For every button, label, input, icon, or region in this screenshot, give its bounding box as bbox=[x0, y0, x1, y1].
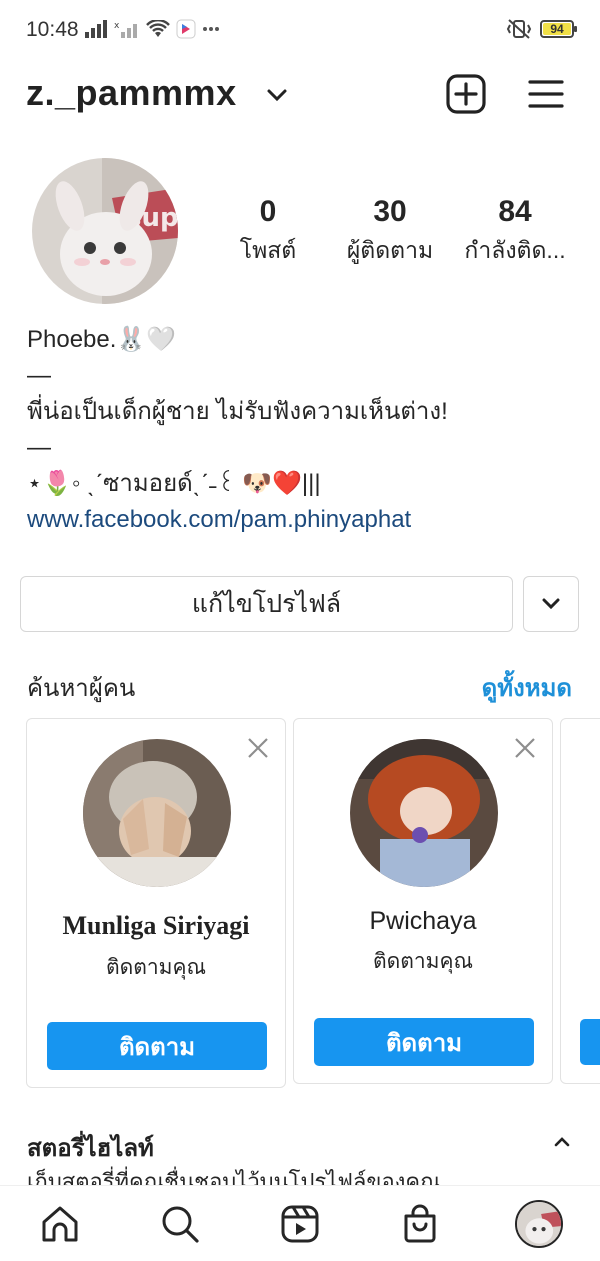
story-highlights-title[interactable]: สตอรี่ไฮไลท์ bbox=[27, 1128, 154, 1167]
edit-profile-button[interactable]: แก้ไขโปรไฟล์ bbox=[20, 576, 513, 632]
bottom-navigation bbox=[0, 1185, 600, 1261]
suggestion-card-partial bbox=[560, 718, 600, 1084]
stat-posts-count: 0 bbox=[259, 195, 277, 228]
avatar-image bbox=[517, 1202, 561, 1246]
battery-icon: 94 bbox=[540, 20, 577, 38]
wifi-icon bbox=[146, 20, 170, 37]
status-right-icons: 94 bbox=[506, 18, 577, 40]
battery-level: 94 bbox=[550, 22, 564, 36]
status-left-icons: x bbox=[84, 19, 220, 39]
bio-divider: — bbox=[27, 434, 51, 461]
signal-icon bbox=[85, 20, 107, 38]
see-all-link[interactable]: ดูทั้งหมด bbox=[482, 668, 572, 707]
suggestion-name: Munliga Siriyagi bbox=[62, 911, 250, 940]
shop-icon[interactable] bbox=[400, 1204, 440, 1244]
profile-avatar[interactable] bbox=[515, 1200, 563, 1248]
suggestion-card: Munliga Siriyagi ติดตามคุณ ติดตาม bbox=[26, 718, 286, 1088]
signal-x-icon: x bbox=[114, 21, 137, 38]
bio-link[interactable]: www.facebook.com/pam.phinyaphat bbox=[27, 502, 587, 538]
follow-button[interactable] bbox=[580, 1019, 600, 1065]
suggestion-avatar[interactable] bbox=[350, 739, 498, 887]
stat-followers-label: ผู้ติดตาม bbox=[346, 237, 434, 263]
status-bar: 10:48 x 94 bbox=[0, 0, 600, 60]
avatar-image: sup bbox=[32, 158, 178, 304]
more-icon bbox=[203, 27, 219, 31]
stat-following-label: กำลังติด... bbox=[464, 237, 566, 263]
vibrate-icon bbox=[506, 19, 532, 39]
stat-posts[interactable]: 0 โพสต์ bbox=[226, 195, 310, 269]
suggestion-avatar-image bbox=[83, 739, 231, 887]
close-icon[interactable] bbox=[514, 737, 536, 759]
reels-icon[interactable] bbox=[280, 1204, 320, 1244]
svg-text:x: x bbox=[114, 21, 120, 31]
follow-button[interactable]: ติดตาม bbox=[314, 1018, 534, 1066]
bio-name: Phoebe.🐰🤍 bbox=[27, 326, 177, 353]
menu-icon[interactable] bbox=[528, 78, 564, 110]
new-post-icon[interactable] bbox=[446, 74, 486, 114]
profile-header: z._pammmx bbox=[0, 60, 600, 130]
profile-stats: 0 โพสต์ 30 ผู้ติดตาม 84 กำลังติด... bbox=[226, 195, 576, 275]
app-notification-icon bbox=[176, 19, 196, 39]
suggestion-name: Pwichaya bbox=[369, 907, 477, 935]
suggested-toggle-button[interactable] bbox=[523, 576, 579, 632]
chevron-down-icon bbox=[542, 598, 560, 610]
status-time: 10:48 bbox=[26, 18, 79, 41]
story-highlights-subtitle: เก็บสตอรี่ที่คุณชื่นชอบไว้บนโปรไฟล์ของคุ… bbox=[27, 1169, 441, 1186]
profile-bio: Phoebe.🐰🤍 — พี่น่อเป็นเด็กผู้ชาย ไม่รับฟ… bbox=[27, 322, 587, 538]
stat-following[interactable]: 84 กำลังติด... bbox=[458, 195, 572, 269]
follow-button[interactable]: ติดตาม bbox=[47, 1022, 267, 1070]
close-icon[interactable] bbox=[247, 737, 269, 759]
suggestion-avatar[interactable] bbox=[83, 739, 231, 887]
stat-posts-label: โพสต์ bbox=[239, 237, 297, 263]
bio-divider: — bbox=[27, 362, 51, 389]
username[interactable]: z._pammmx bbox=[26, 72, 237, 114]
discover-people-title: ค้นหาผู้คน bbox=[27, 675, 136, 702]
search-icon[interactable] bbox=[160, 1204, 200, 1244]
suggestion-subtitle: ติดตามคุณ bbox=[372, 950, 474, 973]
profile-avatar[interactable]: sup bbox=[32, 158, 178, 304]
stat-following-count: 84 bbox=[498, 195, 532, 228]
bio-tagline: ⋆🌷◦ ˎˊซามอยด์ˎˊ˗꒰ 🐶❤️||| bbox=[27, 470, 321, 497]
bio-text: พี่น่อเป็นเด็กผู้ชาย ไม่รับฟังความเห็นต่… bbox=[27, 398, 448, 425]
home-icon[interactable] bbox=[40, 1204, 80, 1244]
stat-followers-count: 30 bbox=[373, 195, 407, 228]
chevron-down-icon[interactable] bbox=[266, 88, 288, 102]
suggestion-subtitle: ติดตามคุณ bbox=[105, 956, 207, 979]
chevron-up-icon[interactable] bbox=[553, 1136, 571, 1148]
stat-followers[interactable]: 30 ผู้ติดตาม bbox=[314, 195, 466, 269]
suggestion-avatar-image bbox=[350, 739, 498, 887]
suggestion-card: Pwichaya ติดตามคุณ ติดตาม bbox=[293, 718, 553, 1084]
